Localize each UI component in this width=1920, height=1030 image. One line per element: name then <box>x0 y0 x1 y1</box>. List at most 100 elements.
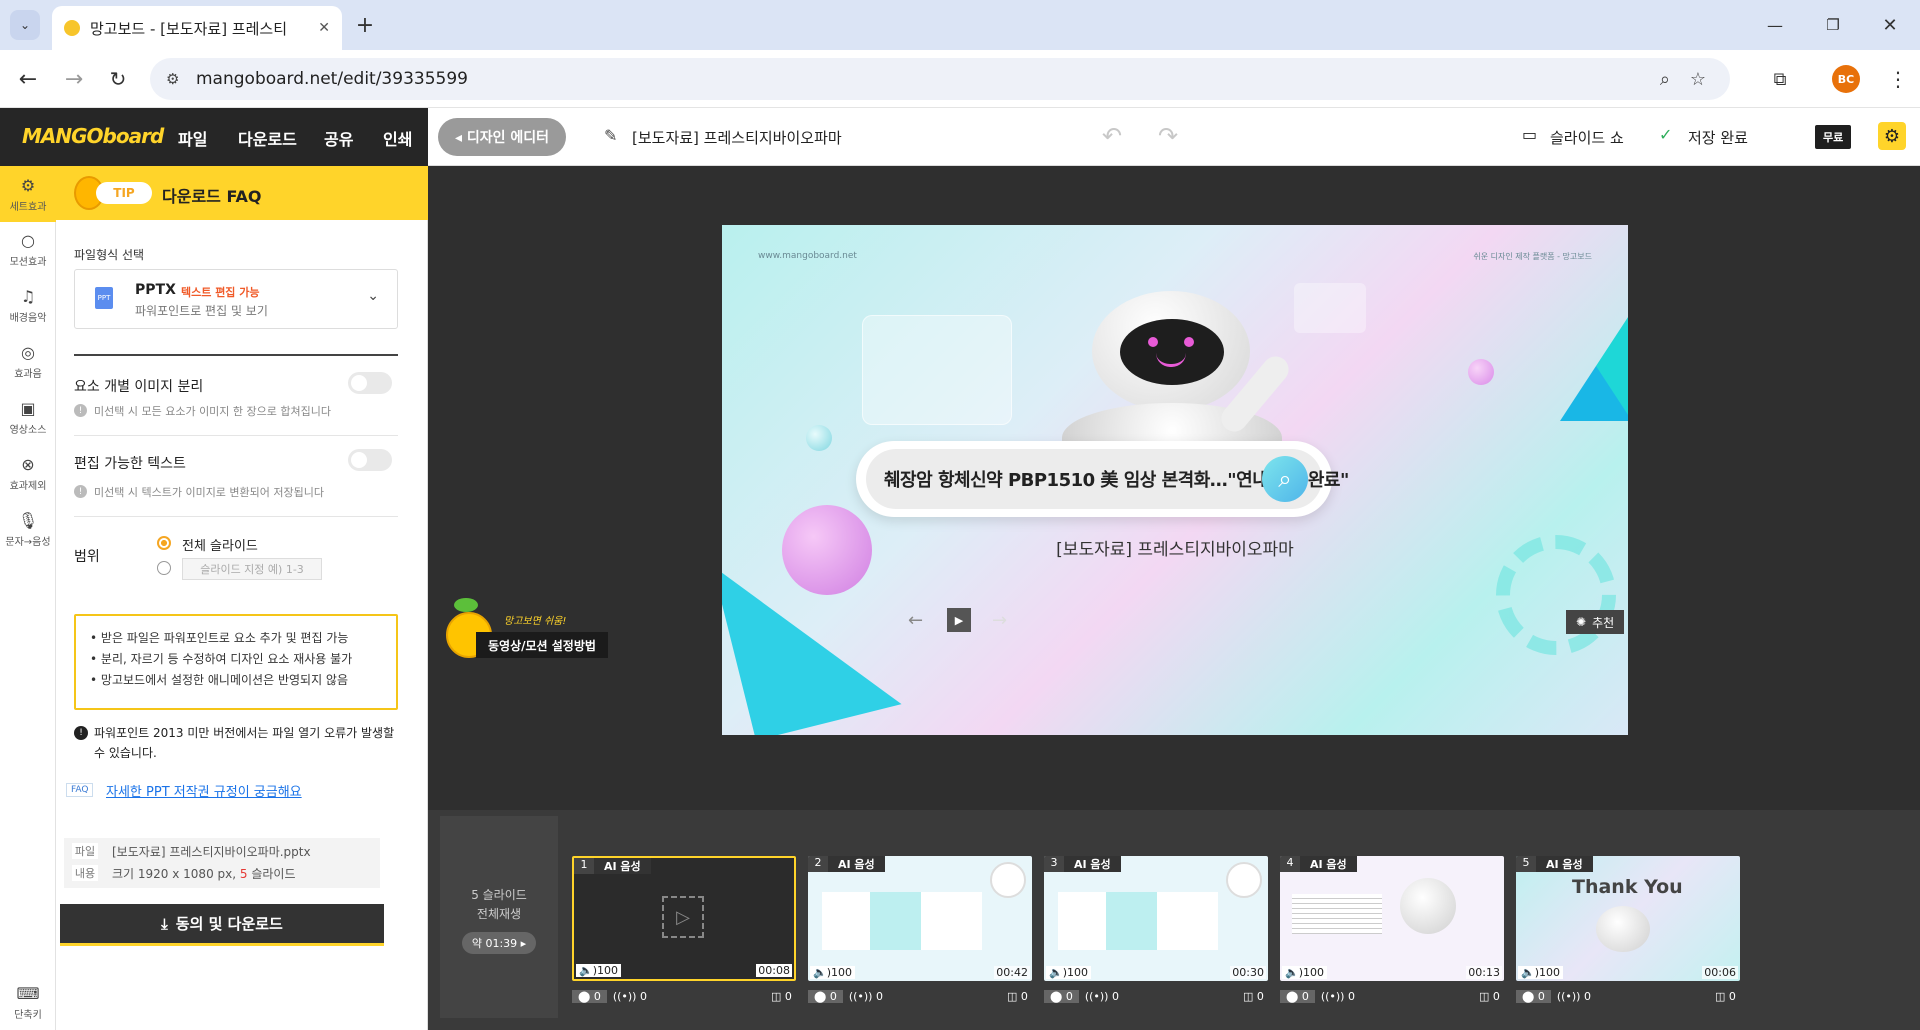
recommend-button[interactable]: ✺ 추천 <box>1566 610 1625 634</box>
slide-thumb-5[interactable]: 5 AI 음성 Thank You 🔈)100 00:06 <box>1516 856 1740 981</box>
play-all-panel[interactable]: 5 슬라이드 전체재생 약 01:39 ▸ <box>440 816 558 1018</box>
prev-slide-icon[interactable]: ← <box>908 610 923 631</box>
range-all-label[interactable]: 전체 슬라이드 <box>182 535 258 554</box>
slide-preview[interactable]: www.mangoboard.net 쉬운 디자인 제작 플랫폼 - 망고보드 … <box>722 225 1628 735</box>
range-custom-radio[interactable] <box>157 561 171 575</box>
slide-thumb-3[interactable]: 3 AI 음성 🔈)100 00:30 <box>1044 856 1268 981</box>
sound-effect-count[interactable]: ((•)) 0 <box>1085 990 1119 1003</box>
volume-indicator[interactable]: 🔈)100 <box>1046 966 1091 979</box>
play-all-count: 5 슬라이드 <box>471 888 527 902</box>
forward-icon[interactable]: → <box>58 63 90 95</box>
rail-video-source[interactable]: ▣ 영상소스 <box>0 391 56 443</box>
zoom-icon[interactable]: ⌕ <box>1660 69 1670 90</box>
reload-icon[interactable]: ↻ <box>102 63 134 95</box>
profile-avatar[interactable]: BC <box>1832 65 1860 93</box>
file-label: 파일 <box>72 843 98 859</box>
tip-bar[interactable]: TIP 다운로드 FAQ <box>56 166 428 220</box>
bookmark-star-icon[interactable]: ☆ <box>1690 69 1706 90</box>
next-slide-icon[interactable]: → <box>992 610 1007 631</box>
small-pink-sphere <box>1468 359 1494 385</box>
content-value: 크기 1920 x 1080 px, 5 슬라이드 <box>112 867 296 881</box>
rail-sound-effect[interactable]: ◎ 효과음 <box>0 335 56 387</box>
play-button[interactable]: ▶ <box>947 608 971 632</box>
rail-text-to-speech[interactable]: 🎙 문자→음성 <box>0 503 56 555</box>
thank-you-text: Thank You <box>1572 876 1683 898</box>
motion-toggle[interactable]: ⬤ 0 <box>808 989 843 1003</box>
slide-filmstrip: 5 슬라이드 전체재생 약 01:39 ▸ 1 AI 음성 ▷ 🔈)100 00:… <box>428 810 1920 1030</box>
range-all-radio[interactable] <box>157 536 171 550</box>
new-tab-button[interactable]: + <box>352 12 378 38</box>
thumb-content <box>822 892 982 950</box>
volume-indicator[interactable]: 🔈)100 <box>810 966 855 979</box>
tab-title: 망고보드 - [보도자료] 프레스티 <box>90 19 288 38</box>
undo-icon[interactable]: ↶ <box>1102 122 1122 150</box>
rail-set-effect[interactable]: ⚙ 세트효과 <box>0 166 56 222</box>
total-duration[interactable]: 약 01:39 ▸ <box>462 932 536 954</box>
rail-bgm[interactable]: ♫ 배경음악 <box>0 279 56 331</box>
menu-download[interactable]: 다운로드 <box>238 126 297 150</box>
thumb-duration: 00:06 <box>1702 966 1738 979</box>
faq-link[interactable]: 자세한 PPT 저작권 규정이 궁금해요 <box>106 781 302 800</box>
slide-thumb-4[interactable]: 4 AI 음성 🔈)100 00:13 <box>1280 856 1504 981</box>
sound-effect-count[interactable]: ((•)) 0 <box>613 990 647 1003</box>
volume-indicator[interactable]: 🔈)100 <box>576 964 621 977</box>
motion-toggle[interactable]: ⬤ 0 <box>1280 989 1315 1003</box>
transition-count[interactable]: ◫ 0 <box>1243 990 1264 1003</box>
range-custom-input[interactable]: 슬라이드 지정 예) 1-3 <box>182 558 322 580</box>
browser-menu-icon[interactable]: ⋮ <box>1886 63 1910 95</box>
minimize-button[interactable]: — <box>1760 10 1790 40</box>
menu-share[interactable]: 공유 <box>324 126 353 150</box>
motion-toggle[interactable]: ⬤ 0 <box>1044 989 1079 1003</box>
tab-search-button[interactable]: ⌄ <box>10 10 40 40</box>
sound-effect-count[interactable]: ((•)) 0 <box>1321 990 1355 1003</box>
separate-images-toggle[interactable] <box>348 372 392 394</box>
agree-download-button[interactable]: ⤓ 동의 및 다운로드 <box>60 904 384 946</box>
thumb-controls-5: ⬤ 0 ((•)) 0 ◫ 0 <box>1516 986 1736 1006</box>
restore-button[interactable]: ❐ <box>1818 10 1848 40</box>
mangoboard-logo[interactable]: MANGOboard <box>22 124 164 148</box>
film-icon: ▣ <box>20 398 36 418</box>
rail-shortcuts[interactable]: ⌨ 단축키 <box>0 976 56 1028</box>
extensions-icon[interactable]: ⧉ <box>1764 63 1796 95</box>
slide-thumb-1[interactable]: 1 AI 음성 ▷ 🔈)100 00:08 <box>572 856 796 981</box>
design-editor-button[interactable]: ◂ 디자인 에디터 <box>438 118 566 156</box>
document-title[interactable]: [보도자료] 프레스티지바이오파마 <box>632 127 842 148</box>
transition-count[interactable]: ◫ 0 <box>1715 990 1736 1003</box>
browser-toolbar: ← → ↻ ⚙ mangoboard.net/edit/39335599 ⌕ ☆… <box>0 50 1920 108</box>
menu-file[interactable]: 파일 <box>178 126 207 150</box>
slide-thumb-2[interactable]: 2 AI 음성 🔈)100 00:42 <box>808 856 1032 981</box>
thumb-robot <box>1226 862 1262 898</box>
redo-icon[interactable]: ↷ <box>1158 122 1178 150</box>
rail-motion-effect[interactable]: ○ 모션효과 <box>0 223 56 275</box>
motion-toggle[interactable]: ⬤ 0 <box>572 989 607 1003</box>
editable-text-toggle[interactable] <box>348 449 392 471</box>
left-rail: ⚙ 세트효과 ○ 모션효과 ♫ 배경음악 ◎ 효과음 ▣ 영상소스 ⊗ 효과제외 🎙 문자→음… <box>0 166 56 1030</box>
volume-indicator[interactable]: 🔈)100 <box>1282 966 1327 979</box>
watermark-right: 쉬운 디자인 제작 플랫폼 - 망고보드 <box>1473 252 1592 261</box>
format-select[interactable]: PPT PPTX 텍스트 편집 가능 파워포인트로 편집 및 보기 ⌄ <box>74 269 398 329</box>
rail-effect-exclude[interactable]: ⊗ 효과제외 <box>0 447 56 499</box>
transition-count[interactable]: ◫ 0 <box>1007 990 1028 1003</box>
plan-badge[interactable]: 무료 <box>1815 125 1852 149</box>
slideshow-button[interactable]: 슬라이드 쇼 <box>1550 127 1624 148</box>
option-editable-text-label: 편집 가능한 텍스트 <box>74 456 186 472</box>
video-placeholder-icon: ▷ <box>662 896 704 938</box>
site-info-icon[interactable]: ⚙ <box>166 70 179 88</box>
motion-toggle[interactable]: ⬤ 0 <box>1516 989 1551 1003</box>
transition-count[interactable]: ◫ 0 <box>1479 990 1500 1003</box>
url-text: mangoboard.net/edit/39335599 <box>196 69 468 89</box>
thumb-robot <box>1596 906 1650 952</box>
note-item: • 분리, 자르기 등 수정하여 디자인 요소 재사용 불가 <box>90 652 353 666</box>
sound-effect-count[interactable]: ((•)) 0 <box>1557 990 1591 1003</box>
menu-print[interactable]: 인쇄 <box>383 126 412 150</box>
gear-icon[interactable]: ⚙ <box>1878 122 1906 150</box>
browser-tab[interactable]: 망고보드 - [보도자료] 프레스티 ✕ <box>52 6 342 50</box>
address-bar[interactable]: ⚙ mangoboard.net/edit/39335599 ⌕ ☆ <box>150 58 1730 100</box>
transition-count[interactable]: ◫ 0 <box>771 990 792 1003</box>
back-icon[interactable]: ← <box>12 63 44 95</box>
volume-indicator[interactable]: 🔈)100 <box>1518 966 1563 979</box>
motion-guide-link[interactable]: 동영상/모션 설정방법 <box>476 632 608 658</box>
close-window-button[interactable]: ✕ <box>1875 10 1905 40</box>
close-tab-icon[interactable]: ✕ <box>318 20 330 36</box>
sound-effect-count[interactable]: ((•)) 0 <box>849 990 883 1003</box>
